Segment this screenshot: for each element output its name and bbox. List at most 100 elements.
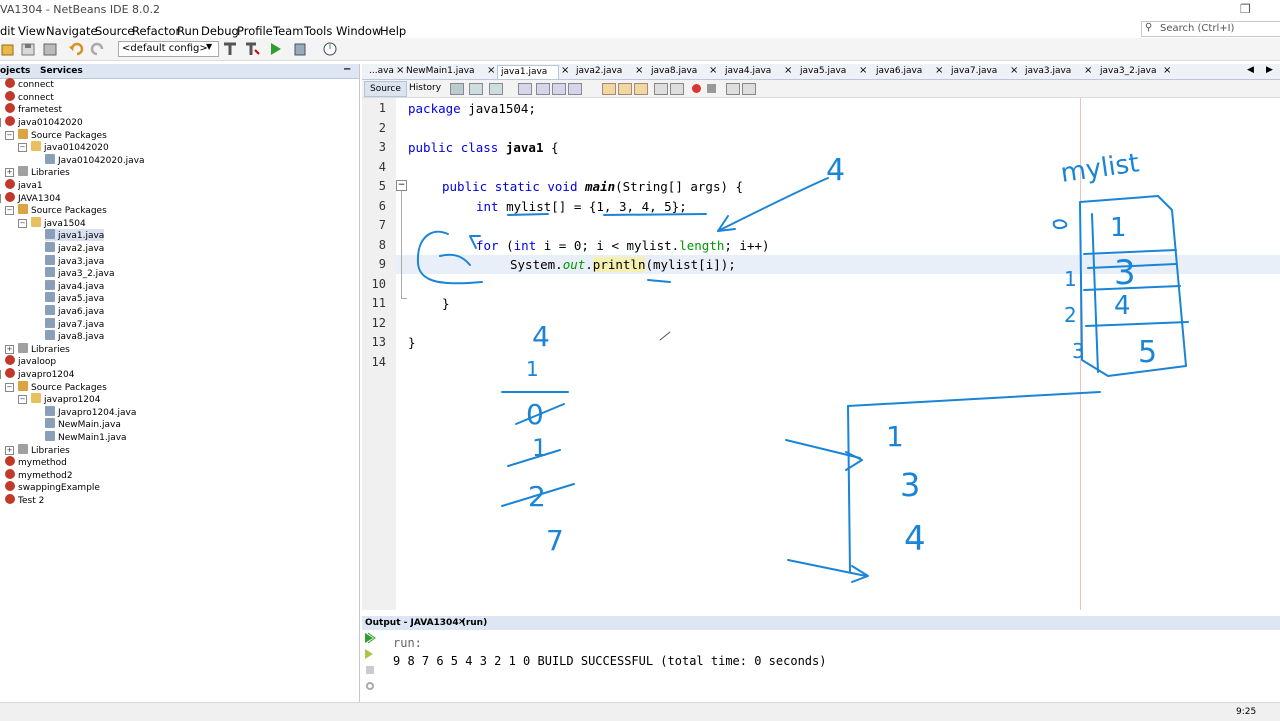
editor-tab[interactable]: java7.java [948,65,1006,78]
editor-tab[interactable]: java1.java [497,65,559,79]
tree-item[interactable]: Libraries [18,444,70,456]
editor-tab[interactable]: java3.java [1022,65,1080,78]
expand-icon[interactable]: + [5,446,14,455]
code-line-6[interactable]: int mylist[] = {1, 3, 4, 5}; [476,199,687,214]
tab-output[interactable]: Output - JAVA1304 (run) [365,618,487,628]
code-line-1[interactable]: package java1504; [408,101,536,116]
tree-item[interactable]: java3_2.java [45,267,115,279]
new-file-icon[interactable] [0,41,16,57]
save-all-icon[interactable] [42,41,58,57]
tree-item[interactable]: javapro1204 [5,368,74,380]
editor-tab[interactable]: java4.java [722,65,780,78]
close-icon[interactable]: × [859,65,867,76]
menu-view[interactable]: View [18,22,45,38]
undo-icon[interactable] [68,41,84,57]
tree-item[interactable]: java7.java [45,318,104,330]
find-previous-icon[interactable] [536,83,550,95]
close-icon[interactable]: × [935,65,943,76]
record-macro-icon[interactable] [692,84,701,93]
collapse-icon[interactable]: − [0,370,1,379]
build-icon[interactable] [222,41,238,57]
tree-item[interactable]: Test 2 [5,494,44,506]
search-box[interactable]: ⚲ Search (Ctrl+I) [1141,21,1280,37]
shift-left-icon[interactable] [654,83,668,95]
menu-profile[interactable]: Profile [237,22,273,38]
profile-icon[interactable] [322,41,338,57]
menu-help[interactable]: Help [380,22,406,38]
tree-item[interactable]: Javapro1204.java [45,406,136,418]
tabs-left-icon[interactable]: ◀ [1247,65,1254,75]
tree-item[interactable]: java5.java [45,292,104,304]
tree-item[interactable]: java2.java [45,242,104,254]
collapse-icon[interactable]: − [5,131,14,140]
settings-icon[interactable] [364,680,376,692]
menu-team[interactable]: Team [273,22,303,38]
code-line-9[interactable]: System.out.println(mylist[i]); [510,257,736,272]
tree-item[interactable]: java6.java [45,305,104,317]
last-edit-icon[interactable] [450,83,464,95]
editor-tab[interactable]: java6.java [873,65,931,78]
collapse-icon[interactable]: − [0,194,1,203]
tree-item[interactable]: java8.java [45,330,104,342]
expand-icon[interactable]: + [5,168,14,177]
menu-run[interactable]: Run [177,22,199,38]
toggle-bookmark-icon[interactable] [634,83,648,95]
menu-edit[interactable]: dit [0,22,15,38]
clean-build-icon[interactable] [244,41,260,57]
run-icon[interactable] [268,41,284,57]
back-icon[interactable] [469,83,483,95]
menu-source[interactable]: Source [95,22,135,38]
tree-item[interactable]: java3.java [45,255,104,267]
tree-item[interactable]: connect [5,91,54,103]
comment-icon[interactable] [726,83,740,95]
expand-icon[interactable]: + [5,345,14,354]
editor-tab[interactable]: ...ava [366,65,394,78]
menu-refactor[interactable]: Refactor [132,22,180,38]
collapse-icon[interactable]: − [18,219,27,228]
shift-right-icon[interactable] [670,83,684,95]
find-icon[interactable] [518,83,532,95]
close-icon[interactable]: × [1084,65,1092,76]
config-select[interactable]: <default config> [118,41,219,57]
tabs-right-icon[interactable]: ▶ [1266,65,1273,75]
code-line-8[interactable]: for (int i = 0; i < mylist.length; i++) [476,238,770,253]
stop-macro-icon[interactable] [707,84,716,93]
new-project-icon[interactable] [20,41,36,57]
editor-tab[interactable]: java8.java [648,65,705,78]
next-bookmark-icon[interactable] [618,83,632,95]
menu-navigate[interactable]: Navigate [46,22,98,38]
fold-toggle-icon[interactable]: − [396,180,407,191]
forward-icon[interactable] [489,83,503,95]
tree-item[interactable]: Libraries [18,343,70,355]
close-icon[interactable]: × [1163,65,1171,76]
tree-item[interactable]: javaloop [5,355,56,367]
tree-item[interactable]: mymethod [5,456,67,468]
menu-tools[interactable]: Tools [304,22,332,38]
editor-tab[interactable]: java2.java [573,65,631,78]
tree-item[interactable]: Source Packages [18,129,107,141]
close-icon[interactable]: × [784,65,792,76]
chevron-down-icon[interactable]: ▼ [206,42,212,51]
tree-item[interactable]: Java01042020.java [45,154,145,166]
tree-item[interactable]: Source Packages [18,204,107,216]
code-line-11[interactable]: } [442,296,450,311]
close-icon[interactable]: × [709,65,717,76]
code-line-3[interactable]: public class java1 { [408,140,559,155]
collapse-icon[interactable]: − [0,118,1,127]
tab-services[interactable]: Services [40,66,83,76]
tree-item[interactable]: NewMain1.java [45,431,127,443]
editor-tab[interactable]: java3_2.java [1097,65,1159,78]
prev-bookmark-icon[interactable] [602,83,616,95]
minimize-icon[interactable]: − [343,64,351,75]
tab-history[interactable]: History [404,81,446,95]
tab-projects[interactable]: ojects [0,66,30,76]
tree-item[interactable]: Libraries [18,166,70,178]
tree-item[interactable]: javapro1204 [31,393,100,405]
tree-item[interactable]: java01042020 [31,141,109,153]
tree-item[interactable]: mymethod2 [5,469,73,481]
menu-debug[interactable]: Debug [201,22,239,38]
tree-item[interactable]: JAVA1304 [5,192,61,204]
code-line-13[interactable]: } [408,335,416,350]
tree-item[interactable]: java1504 [31,217,86,229]
close-icon[interactable]: × [561,65,569,76]
